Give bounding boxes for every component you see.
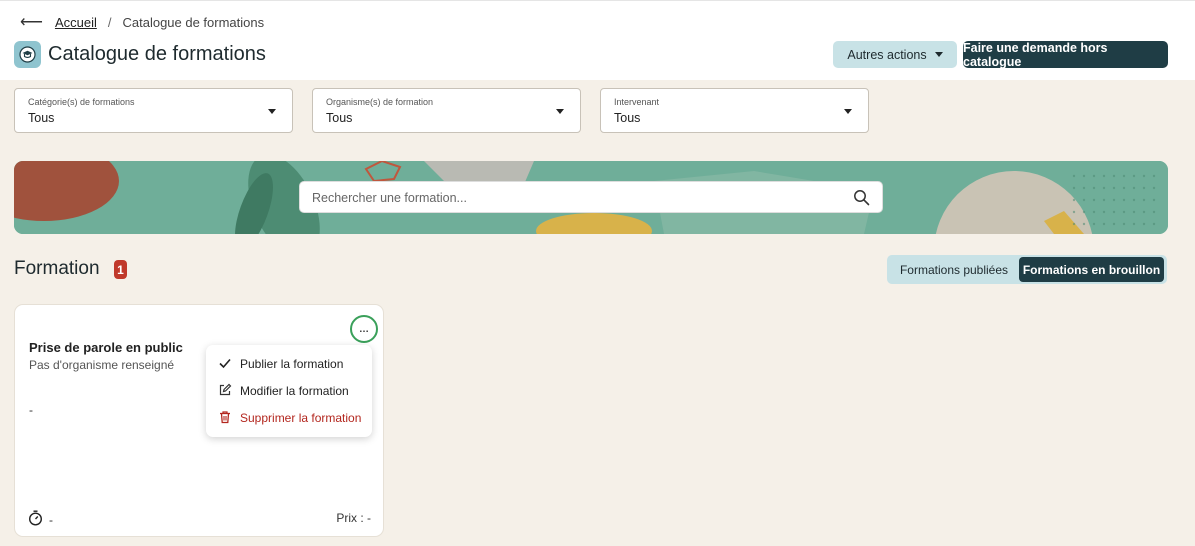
- chevron-down-icon: [556, 109, 564, 114]
- breadcrumb: ⟵ Accueil / Catalogue de formations: [20, 12, 264, 32]
- training-price: Prix : -: [336, 511, 371, 525]
- trash-icon: [218, 410, 232, 427]
- training-name: Prise de parole en public: [29, 340, 183, 355]
- speaker-filter-value: Tous: [614, 111, 641, 125]
- check-icon: [218, 356, 232, 373]
- search-icon[interactable]: [853, 189, 870, 211]
- filters-bar: Catégorie(s) de formations Tous Organism…: [0, 80, 1195, 141]
- menu-item-delete-label: Supprimer la formation: [240, 411, 362, 425]
- menu-item-delete[interactable]: Supprimer la formation: [218, 408, 361, 428]
- edit-icon: [218, 383, 232, 400]
- organism-filter-label: Organisme(s) de formation: [326, 97, 434, 107]
- more-actions-button[interactable]: …: [350, 315, 378, 343]
- stopwatch-icon: [28, 510, 43, 529]
- search-input[interactable]: [312, 188, 832, 208]
- status-toggle: Formations publiées Formations en brouil…: [887, 255, 1167, 284]
- off-catalogue-request-button[interactable]: Faire une demande hors catalogue: [963, 41, 1168, 69]
- breadcrumb-separator: /: [107, 14, 112, 30]
- tab-drafts[interactable]: Formations en brouillon: [1019, 257, 1164, 282]
- menu-item-edit[interactable]: Modifier la formation: [218, 381, 349, 401]
- search-box: [299, 181, 883, 213]
- duration-value: -: [49, 512, 53, 527]
- category-filter-value: Tous: [28, 111, 55, 125]
- menu-item-publish-label: Publier la formation: [240, 357, 344, 371]
- chevron-down-icon: [268, 109, 276, 114]
- chevron-down-icon: [844, 109, 852, 114]
- chevron-down-icon: [934, 52, 943, 57]
- section-title: Formation: [14, 258, 100, 279]
- training-organism: Pas d'organisme renseigné: [29, 358, 175, 372]
- menu-item-edit-label: Modifier la formation: [240, 384, 349, 398]
- organism-filter-select[interactable]: Organisme(s) de formation Tous: [312, 88, 581, 133]
- count-badge: 1: [114, 260, 127, 279]
- category-filter-select[interactable]: Catégorie(s) de formations Tous: [14, 88, 293, 133]
- breadcrumb-current: Catalogue de formations: [122, 14, 265, 30]
- category-filter-label: Catégorie(s) de formations: [28, 97, 135, 107]
- training-description: -: [29, 403, 33, 417]
- organism-filter-value: Tous: [326, 111, 353, 125]
- speaker-filter-label: Intervenant: [614, 97, 660, 107]
- back-arrow-icon[interactable]: ⟵: [20, 12, 43, 32]
- breadcrumb-home-link[interactable]: Accueil: [55, 15, 97, 30]
- tab-published[interactable]: Formations publiées: [890, 257, 1018, 282]
- top-bar: ⟵ Accueil / Catalogue de formations Cata…: [0, 0, 1195, 80]
- actions-menu: Publier la formation Modifier la formati…: [206, 345, 372, 437]
- menu-item-publish[interactable]: Publier la formation: [218, 354, 343, 374]
- other-actions-button[interactable]: Autres actions: [833, 41, 957, 68]
- graduation-cap-icon: [14, 41, 41, 68]
- training-duration: -: [28, 510, 53, 529]
- page-title: Catalogue de formations: [48, 43, 266, 65]
- other-actions-label: Autres actions: [847, 47, 927, 62]
- speaker-filter-select[interactable]: Intervenant Tous: [600, 88, 869, 133]
